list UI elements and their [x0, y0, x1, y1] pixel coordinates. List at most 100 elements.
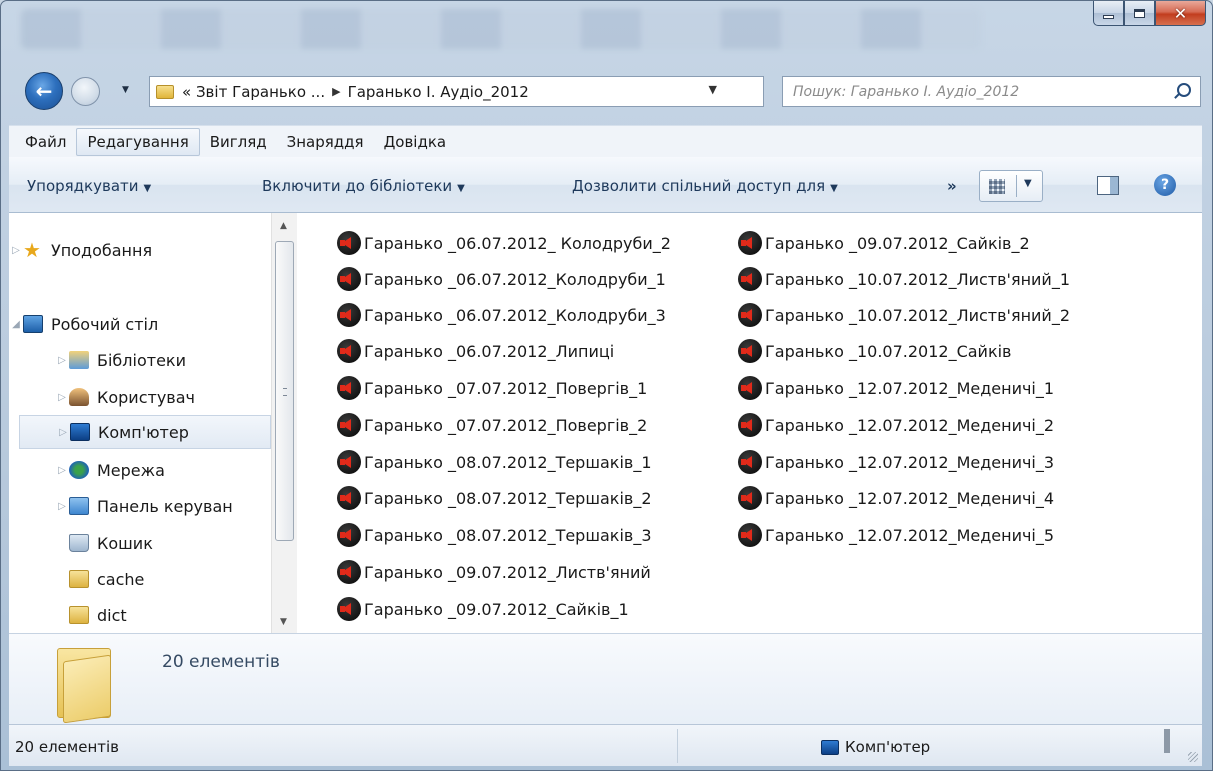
list-item[interactable]: Гаранько _08.07.2012_Тершаків_3 — [337, 517, 652, 553]
include-library-label: Включити до бібліотеки — [262, 177, 453, 195]
scroll-down-icon[interactable]: ▼ — [280, 617, 287, 627]
list-item[interactable]: Гаранько _10.07.2012_Листв'яний_2 — [738, 297, 1070, 333]
breadcrumb-separator-icon[interactable]: ▶ — [332, 85, 340, 98]
scroll-up-icon[interactable]: ▲ — [280, 221, 287, 231]
list-item[interactable]: Гаранько _06.07.2012_Колодруби_3 — [337, 297, 666, 333]
audio-file-icon — [738, 339, 762, 363]
file-name: Гаранько _07.07.2012_Повергів_2 — [364, 415, 648, 435]
nav-item-label: Мережа — [97, 460, 165, 480]
file-name: Гаранько _12.07.2012_Меденичі_3 — [765, 452, 1055, 472]
list-item[interactable]: Гаранько _12.07.2012_Меденичі_3 — [738, 444, 1054, 480]
address-dropdown-icon[interactable]: ▼ — [709, 83, 717, 96]
status-bar: 20 елементів Комп'ютер — [9, 724, 1202, 766]
computer-icon — [70, 423, 90, 441]
chevron-down-icon: ▼ — [143, 183, 152, 194]
collapse-icon[interactable]: ◢ — [9, 319, 23, 330]
minimize-button[interactable] — [1093, 1, 1124, 26]
expand-icon[interactable]: ▷ — [55, 465, 69, 476]
back-arrow-icon: ← — [35, 79, 53, 103]
list-item[interactable]: Гаранько _09.07.2012_Сайків_2 — [738, 225, 1030, 261]
nav-item-label: dict — [97, 605, 127, 625]
breadcrumb-overflow[interactable]: « Звіт Гаранько ... — [182, 83, 325, 101]
list-item[interactable]: Гаранько _12.07.2012_Меденичі_4 — [738, 480, 1054, 516]
list-item[interactable]: Гаранько _08.07.2012_Тершаків_1 — [337, 444, 652, 480]
audio-file-icon — [337, 597, 361, 621]
chevron-down-icon[interactable]: ▼ — [1024, 178, 1032, 189]
status-location-label: Комп'ютер — [845, 738, 931, 756]
file-name: Гаранько _09.07.2012_Сайків_2 — [765, 233, 1030, 253]
list-item[interactable]: Гаранько _10.07.2012_Сайків — [738, 333, 1011, 369]
audio-file-icon — [337, 486, 361, 510]
nav-item-label: cache — [97, 569, 145, 589]
control-panel-icon — [69, 497, 89, 515]
share-with-label: Дозволити спільний доступ для — [572, 177, 826, 195]
expand-icon[interactable]: ▷ — [55, 392, 69, 403]
change-view-button[interactable]: ▼ — [979, 170, 1043, 202]
list-item[interactable]: Гаранько _08.07.2012_Тершаків_2 — [337, 480, 652, 516]
help-icon[interactable]: ? — [1154, 174, 1176, 196]
address-bar[interactable]: « Звіт Гаранько ... ▶ Гаранько І. Аудіо_… — [149, 76, 900, 107]
menu-tools[interactable]: Знаряддя — [277, 129, 374, 155]
list-item[interactable]: Гаранько _09.07.2012_Листв'яний — [337, 554, 651, 590]
file-name: Гаранько _07.07.2012_Повергів_1 — [364, 378, 648, 398]
expand-icon[interactable]: ▷ — [9, 245, 23, 256]
nav-item-dict[interactable]: dict — [69, 598, 127, 632]
desktop-icon — [23, 315, 43, 333]
nav-item-control-panel[interactable]: ▷ Панель керуван — [55, 489, 233, 523]
network-icon — [69, 461, 89, 479]
file-name: Гаранько _08.07.2012_Тершаків_1 — [364, 452, 652, 472]
nav-item-favorites[interactable]: ▷ ★ Уподобання — [9, 233, 152, 267]
nav-item-user[interactable]: ▷ Користувач — [55, 380, 195, 414]
share-with-button[interactable]: Дозволити спільний доступ для ▼ — [572, 177, 838, 195]
nav-pane-scrollbar[interactable]: ▲ ▼ — [271, 213, 297, 633]
menu-help[interactable]: Довідка — [374, 129, 457, 155]
search-input[interactable] — [793, 83, 1163, 100]
audio-file-icon — [337, 560, 361, 584]
list-item[interactable]: Гаранько _06.07.2012_Колодруби_1 — [337, 261, 666, 297]
menu-view[interactable]: Вигляд — [200, 129, 277, 155]
recent-pages-dropdown[interactable]: ▼ — [122, 85, 129, 95]
maximize-button[interactable] — [1124, 1, 1155, 26]
list-item[interactable]: Гаранько _12.07.2012_Меденичі_5 — [738, 517, 1054, 553]
nav-item-desktop[interactable]: ◢ Робочий стіл — [9, 307, 158, 341]
list-item[interactable]: Гаранько _10.07.2012_Листв'яний_1 — [738, 261, 1070, 297]
file-name: Гаранько _10.07.2012_Листв'яний_2 — [765, 305, 1070, 325]
close-button[interactable]: ✕ — [1155, 1, 1206, 26]
nav-item-libraries[interactable]: ▷ Бібліотеки — [55, 343, 186, 377]
search-icon[interactable] — [1177, 83, 1191, 97]
scrollbar-thumb[interactable] — [275, 241, 294, 541]
title-bar[interactable]: ✕ — [1, 1, 1212, 63]
nav-item-network[interactable]: ▷ Мережа — [55, 453, 165, 487]
nav-item-computer[interactable]: ▷ Комп'ютер — [19, 415, 271, 449]
forward-button[interactable] — [71, 77, 100, 106]
nav-item-label: Робочий стіл — [51, 314, 159, 334]
view-grid-icon — [989, 179, 1005, 194]
include-in-library-button[interactable]: Включити до бібліотеки ▼ — [262, 177, 465, 195]
list-item[interactable]: Гаранько _12.07.2012_Меденичі_1 — [738, 370, 1054, 406]
list-item[interactable]: Гаранько _06.07.2012_ Колодруби_2 — [337, 225, 671, 261]
nav-item-label: Комп'ютер — [98, 422, 189, 442]
menu-edit[interactable]: Редагування — [76, 127, 200, 156]
list-item[interactable]: Гаранько _12.07.2012_Меденичі_2 — [738, 407, 1054, 443]
list-item[interactable]: Гаранько _07.07.2012_Повергів_1 — [337, 370, 647, 406]
folder-icon — [156, 84, 174, 99]
list-item[interactable]: Гаранько _09.07.2012_Сайків_1 — [337, 591, 629, 627]
resize-grip-icon[interactable] — [1188, 752, 1198, 762]
expand-icon[interactable]: ▷ — [55, 355, 69, 366]
folder-icon — [57, 648, 111, 724]
menu-file[interactable]: Файл — [15, 129, 76, 155]
back-button[interactable]: ← — [25, 72, 63, 110]
star-icon: ★ — [23, 238, 41, 262]
file-name: Гаранько _12.07.2012_Меденичі_2 — [765, 415, 1055, 435]
breadcrumb-current[interactable]: Гаранько І. Аудіо_2012 — [348, 83, 529, 101]
file-name: Гаранько _06.07.2012_Колодруби_1 — [364, 269, 666, 289]
list-item[interactable]: Гаранько _07.07.2012_Повергів_2 — [337, 407, 647, 443]
nav-item-cache[interactable]: cache — [69, 562, 144, 596]
nav-item-recycle-bin[interactable]: Кошик — [69, 526, 153, 560]
expand-icon[interactable]: ▷ — [56, 427, 70, 438]
list-item[interactable]: Гаранько _06.07.2012_Липиці — [337, 333, 614, 369]
organize-button[interactable]: Упорядкувати ▼ — [27, 177, 151, 195]
more-commands-button[interactable]: » — [947, 177, 957, 195]
expand-icon[interactable]: ▷ — [55, 501, 69, 512]
preview-pane-icon[interactable] — [1097, 176, 1119, 195]
